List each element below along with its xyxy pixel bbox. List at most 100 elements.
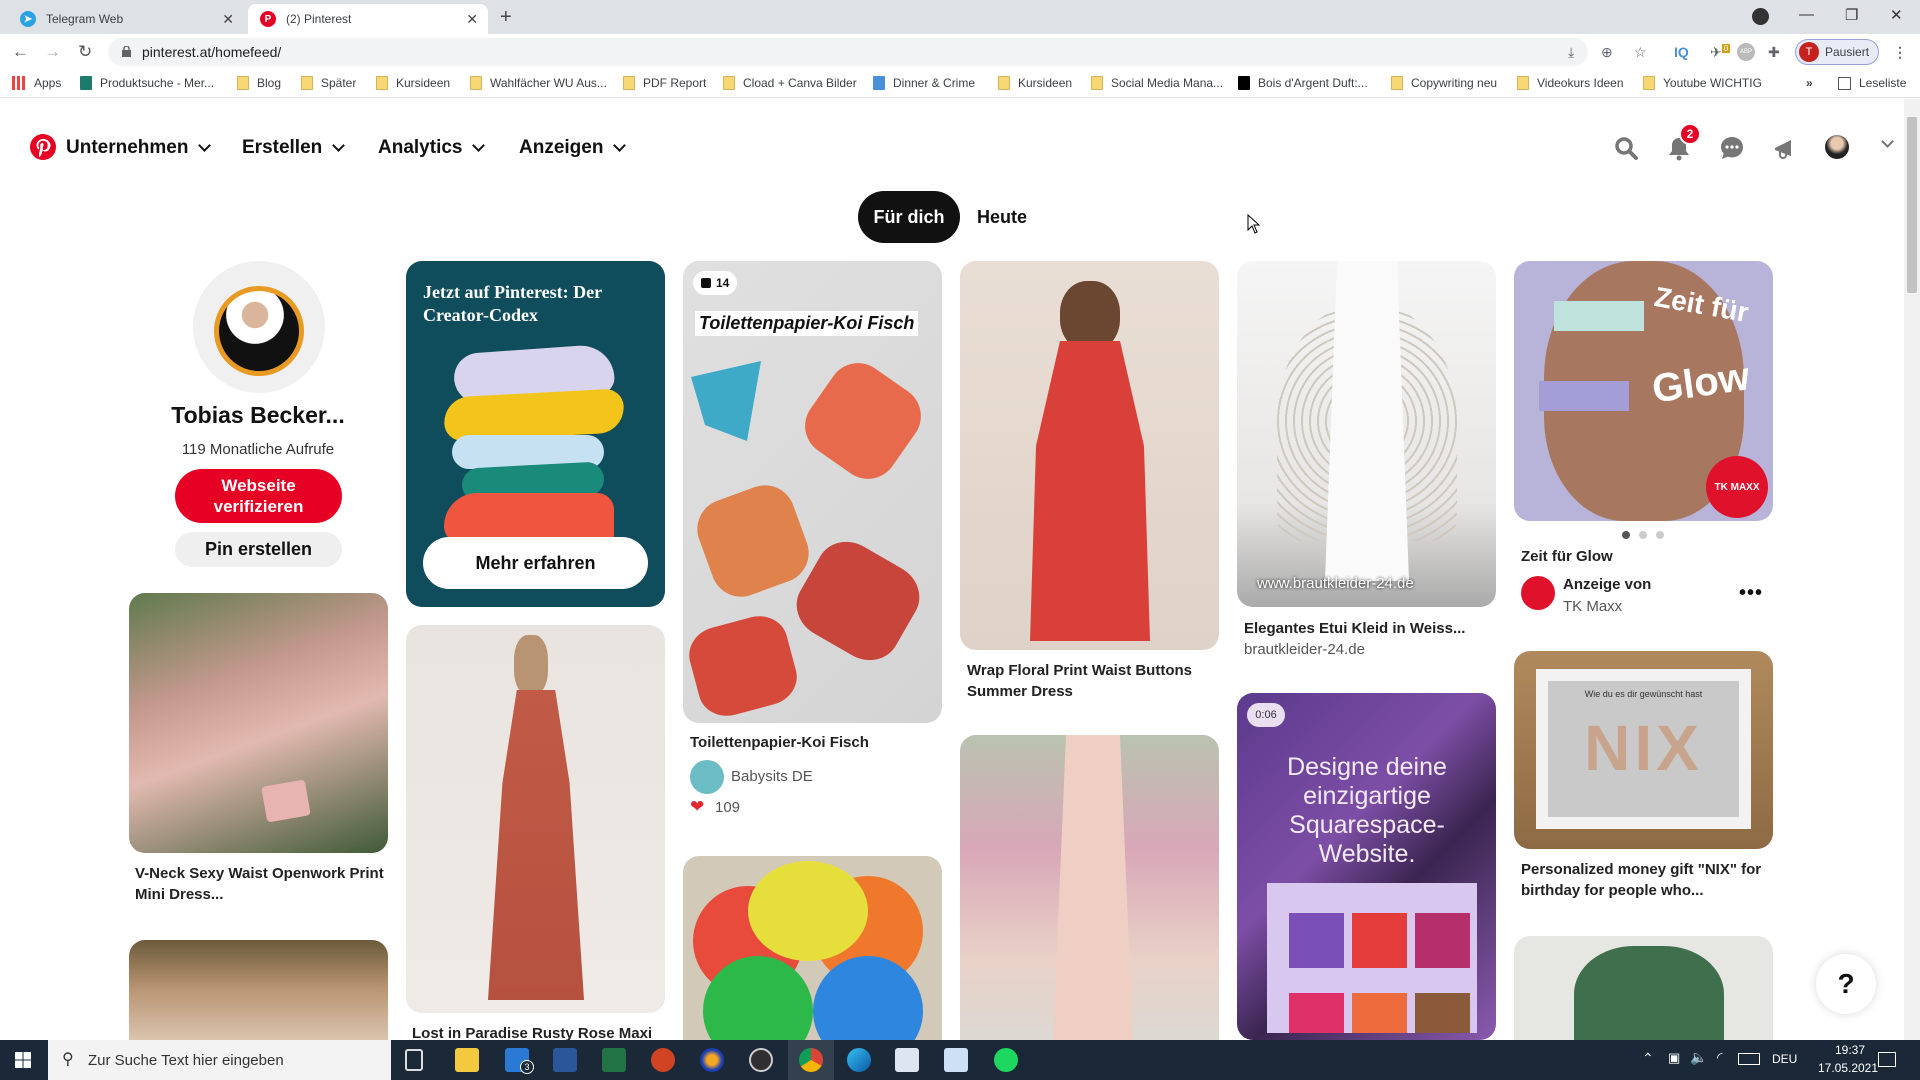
bookmark-item[interactable]: Dinner & Crime [873,76,975,90]
author-avatar[interactable] [690,760,724,794]
scrollbar-thumb[interactable] [1907,117,1917,293]
pin-title[interactable]: Elegantes Etui Kleid in Weiss... [1244,618,1494,639]
tab-fuer-dich[interactable]: Für dich [858,191,960,243]
menu-kebab-icon[interactable]: ⋮ [1893,44,1907,61]
iq-extension-icon[interactable]: IQ [1674,44,1689,60]
bookmark-item[interactable]: Copywriting neu [1391,76,1497,90]
create-pin-button[interactable]: Pin erstellen [175,532,342,567]
pin-title[interactable]: V-Neck Sexy Waist Openwork Print Mini Dr… [135,863,385,905]
back-icon[interactable]: ← [12,42,29,62]
tab-telegram[interactable]: ➤ Telegram Web ✕ [8,4,244,34]
pin-etui-dress-image[interactable]: www.brautkleider-24.de [1237,261,1496,607]
profile-avatar-frame[interactable] [193,261,325,393]
wifi-icon[interactable]: ◜ [1717,1049,1722,1066]
nav-analytics[interactable]: Analytics [378,137,486,159]
carousel-dot[interactable] [1639,531,1647,539]
taskbar-search-input[interactable]: ⚲ Zur Suche Text hier eingeben [48,1040,391,1080]
pin-koi-fish-image[interactable]: 14 Toilettenpapier-Koi Fisch [683,261,942,723]
tab-heute[interactable]: Heute [968,191,1036,243]
action-center-icon[interactable] [1878,1052,1896,1067]
sponsor-avatar[interactable] [1521,576,1555,610]
bookmark-item[interactable]: Produktsuche - Mer... [80,76,214,90]
document-app-icon[interactable] [944,1048,968,1072]
pin-title[interactable]: Wrap Floral Print Waist Buttons Summer D… [967,660,1217,702]
minimize-icon[interactable]: — [1799,6,1814,23]
bookmark-item[interactable]: Bois d'Argent Duft:... [1238,76,1368,90]
announcements-megaphone-icon[interactable] [1772,135,1798,161]
zoom-icon[interactable]: ⊕ [1601,44,1613,61]
nav-unternehmen[interactable]: Unternehmen [66,137,212,159]
pin-squarespace-video-ad[interactable]: 0:06 Designe deine einzigartige Squaresp… [1237,693,1496,1040]
reload-icon[interactable]: ↻ [78,42,92,62]
bird-extension-icon[interactable]: ✈ 0 [1710,44,1731,61]
pinterest-logo-icon[interactable] [30,134,56,160]
more-bookmarks-button[interactable]: » [1806,76,1813,90]
user-avatar[interactable] [1825,135,1849,159]
bookmark-item[interactable]: PDF Report [623,76,706,90]
file-explorer-icon[interactable] [455,1048,479,1072]
pin-vneck-dress-image[interactable] [129,593,388,853]
pin-bowls-image[interactable] [683,856,942,1056]
install-icon[interactable]: ⤓ [1568,44,1574,61]
volume-icon[interactable]: 🔈 [1690,1049,1707,1066]
word-icon[interactable] [553,1048,577,1072]
excel-icon[interactable] [602,1048,626,1072]
windows-start-icon[interactable] [15,1052,31,1068]
bookmark-item[interactable]: Youtube WICHTIG [1643,76,1762,90]
pin-source[interactable]: brautkleider-24.de [1244,641,1365,658]
profile-button[interactable]: T Pausiert [1795,39,1879,65]
reading-list-button[interactable]: Leseliste [1838,76,1906,90]
obs-icon[interactable] [749,1048,773,1072]
pin-green-dress-image[interactable] [1514,936,1773,1056]
audio-app-icon[interactable] [700,1048,724,1072]
close-tab-icon[interactable]: ✕ [222,11,234,28]
more-options-icon[interactable]: ••• [1739,582,1763,605]
clock-date[interactable]: 17.05.2021 [1808,1061,1888,1075]
help-button[interactable]: ? [1816,954,1876,1014]
pin-creator-codex-ad[interactable]: Jetzt auf Pinterest: Der Creator-Codex M… [406,261,665,607]
search-icon[interactable] [1613,135,1639,161]
bookmark-item[interactable]: Kursideen [998,76,1072,90]
camera-icon[interactable]: ▣ [1668,1050,1680,1066]
bookmark-item[interactable]: Kursideen [376,76,450,90]
show-hidden-icons[interactable]: ⌃ [1642,1050,1654,1067]
carousel-dot[interactable] [1656,531,1664,539]
chrome-icon[interactable] [799,1048,823,1072]
learn-more-button[interactable]: Mehr erfahren [423,537,648,589]
new-tab-button[interactable]: + [500,6,512,29]
close-tab-icon[interactable]: ✕ [466,11,478,28]
bookmark-apps[interactable]: Apps [12,76,61,90]
verify-website-button[interactable]: Webseite verifizieren [175,469,342,523]
pin-pink-dress-image[interactable] [960,735,1219,1055]
paint-app-icon[interactable] [895,1048,919,1072]
pin-title[interactable]: Personalized money gift "NIX" for birthd… [1521,859,1771,901]
account-chevron-down-icon[interactable] [1881,135,1894,148]
bookmark-item[interactable]: Wahlfächer WU Aus... [470,76,607,90]
page-scrollbar[interactable] [1904,99,1920,1040]
clock-time[interactable]: 19:37 [1820,1043,1880,1057]
carousel-dot-active[interactable] [1622,531,1630,539]
address-bar[interactable]: pinterest.at/homefeed/ [108,38,1588,66]
bookmark-item[interactable]: Social Media Mana... [1091,76,1223,90]
bookmark-item[interactable]: Videokurs Ideen [1517,76,1624,90]
bookmark-item[interactable]: Cload + Canva Bilder [723,76,857,90]
pin-author[interactable]: Babysits DE [731,768,813,785]
bookmark-item[interactable]: Blog [237,76,281,90]
nav-erstellen[interactable]: Erstellen [242,137,346,159]
profile-name[interactable]: Tobias Becker... [120,402,396,429]
tab-pinterest[interactable]: P (2) Pinterest ✕ [248,4,488,34]
profile-dropdown-icon[interactable] [1752,8,1769,25]
messages-icon[interactable] [1719,135,1745,161]
pin-wrap-dress-image[interactable] [960,261,1219,650]
pin-nix-money-gift-image[interactable]: Wie du es dir gewünscht hast NIX [1514,651,1773,849]
language-indicator[interactable]: DEU [1772,1052,1797,1066]
nav-anzeigen[interactable]: Anzeigen [519,137,627,159]
forward-icon[interactable]: → [44,42,61,62]
powerpoint-icon[interactable] [651,1048,675,1072]
bookmark-star-icon[interactable]: ☆ [1634,44,1647,61]
spotify-icon[interactable] [994,1048,1018,1072]
pin-zeit-fuer-glow-ad[interactable]: Zeit für Glow TK MAXX [1514,261,1773,521]
maximize-icon[interactable]: ❐ [1845,6,1858,24]
close-window-icon[interactable]: ✕ [1890,6,1903,24]
pin-title[interactable]: Toilettenpapier-Koi Fisch [690,732,940,753]
